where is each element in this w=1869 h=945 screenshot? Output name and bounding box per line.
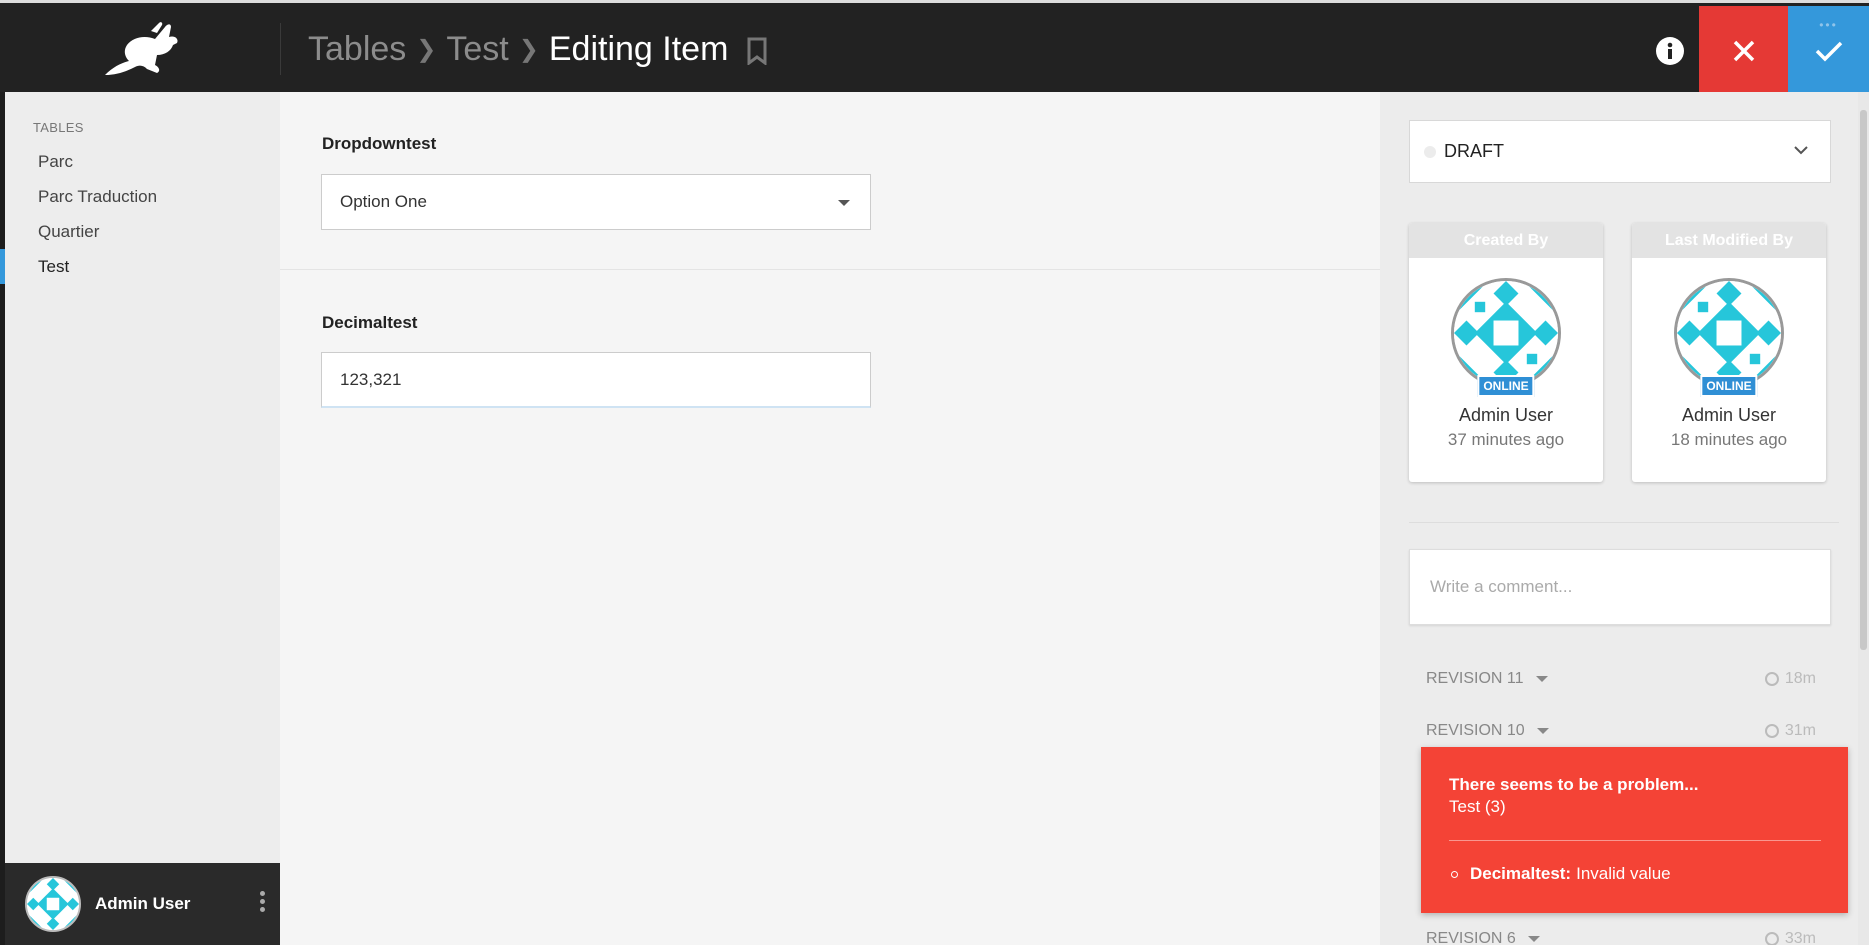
revision-label: REVISION 11	[1426, 670, 1524, 687]
breadcrumb-current: Editing Item	[548, 29, 729, 68]
field-label: Dropdowntest	[322, 134, 437, 153]
card-time: 37 minutes ago	[1447, 430, 1565, 449]
caret-down-icon	[838, 200, 850, 206]
clock-icon	[1764, 932, 1779, 945]
revision-time-text: 31m	[1784, 722, 1816, 739]
error-item: Decimaltest: Invalid value	[1451, 864, 1671, 884]
field-dropdowntest: Dropdowntest Option One	[280, 92, 1380, 270]
chevron-down-icon	[1794, 146, 1808, 155]
revision-item[interactable]: REVISION 6 33m	[1426, 924, 1816, 945]
chevron-right-icon: ❯	[416, 35, 437, 63]
clock-icon	[1764, 724, 1779, 738]
card-user-name: Admin User	[1681, 405, 1777, 425]
error-subtitle: Test (3)	[1449, 797, 1506, 816]
caret-down-icon	[1535, 676, 1548, 682]
dropdown-select[interactable]: Option One	[321, 174, 871, 230]
status-dot	[1424, 145, 1436, 158]
revision-label: REVISION 10	[1426, 722, 1525, 739]
revision-time: 18m	[1764, 670, 1816, 688]
rabbit-logo-icon[interactable]	[0, 6, 280, 92]
caret-down-icon	[1536, 728, 1549, 734]
error-title: There seems to be a problem...	[1449, 775, 1699, 794]
status-select[interactable]: DRAFT	[1409, 120, 1831, 183]
more-dots-icon[interactable]: •••	[1788, 18, 1869, 32]
avatar[interactable]	[1674, 278, 1784, 388]
revision-time-text: 33m	[1784, 930, 1816, 945]
scrollbar[interactable]	[1858, 92, 1869, 945]
card-user-name: Admin User	[1458, 405, 1554, 425]
user-footer: Admin User	[5, 863, 280, 945]
revision-item[interactable]: REVISION 11 18m	[1426, 664, 1816, 694]
check-icon	[1815, 41, 1842, 61]
avatar[interactable]	[1451, 278, 1561, 388]
app-window: Tables ❯ Test ❯ Editing Item ••• TABLES …	[0, 0, 1869, 945]
error-field: Decimaltest:	[1470, 864, 1572, 883]
clock-icon	[1764, 672, 1779, 686]
revision-time: 31m	[1764, 722, 1816, 740]
field-label: Decimaltest	[322, 313, 418, 332]
close-button[interactable]	[1699, 6, 1788, 95]
bullet-icon	[1451, 870, 1458, 878]
breadcrumb-test[interactable]: Test	[446, 30, 508, 69]
sidebar-nav: Parc Parc Traduction Quartier Test	[0, 144, 280, 284]
chevron-right-icon: ❯	[518, 35, 539, 63]
header-divider	[280, 23, 281, 75]
revision-label: REVISION 6	[1426, 930, 1516, 945]
header-bar: Tables ❯ Test ❯ Editing Item •••	[0, 0, 1869, 95]
panel-divider	[1409, 522, 1839, 523]
kebab-menu-icon[interactable]	[260, 891, 266, 915]
user-name: Admin User	[95, 894, 191, 913]
sidebar-heading: TABLES	[33, 120, 84, 135]
close-icon	[1733, 40, 1754, 61]
main-form: Dropdowntest Option One Decimaltest	[280, 92, 1380, 945]
save-button[interactable]: •••	[1788, 6, 1869, 95]
online-badge: ONLINE	[1700, 375, 1758, 397]
error-message: Invalid value	[1576, 864, 1671, 883]
card-heading: Last Modified By	[1632, 223, 1826, 258]
sidebar: TABLES Parc Parc Traduction Quartier Tes…	[0, 92, 280, 945]
error-toast[interactable]: There seems to be a problem... Test (3) …	[1421, 747, 1848, 913]
created-by-card: Created By ONLINE Admin User 37 minutes …	[1409, 223, 1603, 482]
revision-item[interactable]: REVISION 10 31m	[1426, 716, 1816, 746]
caret-down-icon	[1527, 936, 1540, 942]
status-label: DRAFT	[1444, 141, 1504, 161]
breadcrumb-tables[interactable]: Tables	[308, 30, 406, 69]
info-button[interactable]	[1630, 6, 1710, 95]
info-icon	[1656, 36, 1684, 65]
bookmark-icon[interactable]	[746, 35, 768, 66]
revision-time: 33m	[1764, 930, 1816, 945]
avatar[interactable]	[25, 876, 81, 932]
last-modified-by-card: Last Modified By ONLINE Admin User 18 mi…	[1632, 223, 1826, 482]
decimal-input[interactable]	[321, 352, 871, 408]
sidebar-item-test[interactable]: Test	[0, 249, 280, 284]
dropdown-value: Option One	[340, 192, 427, 211]
revision-time-text: 18m	[1784, 670, 1816, 687]
error-divider	[1449, 840, 1821, 841]
card-heading: Created By	[1409, 223, 1603, 258]
breadcrumb: Tables ❯ Test ❯ Editing Item	[308, 27, 768, 71]
sidebar-item-quartier[interactable]: Quartier	[5, 214, 280, 249]
sidebar-item-parc[interactable]: Parc	[5, 144, 280, 179]
comment-input[interactable]	[1409, 549, 1831, 625]
sidebar-item-parc-traduction[interactable]: Parc Traduction	[5, 179, 280, 214]
online-badge: ONLINE	[1477, 375, 1535, 397]
scrollbar-thumb[interactable]	[1860, 110, 1867, 650]
card-time: 18 minutes ago	[1670, 430, 1788, 449]
